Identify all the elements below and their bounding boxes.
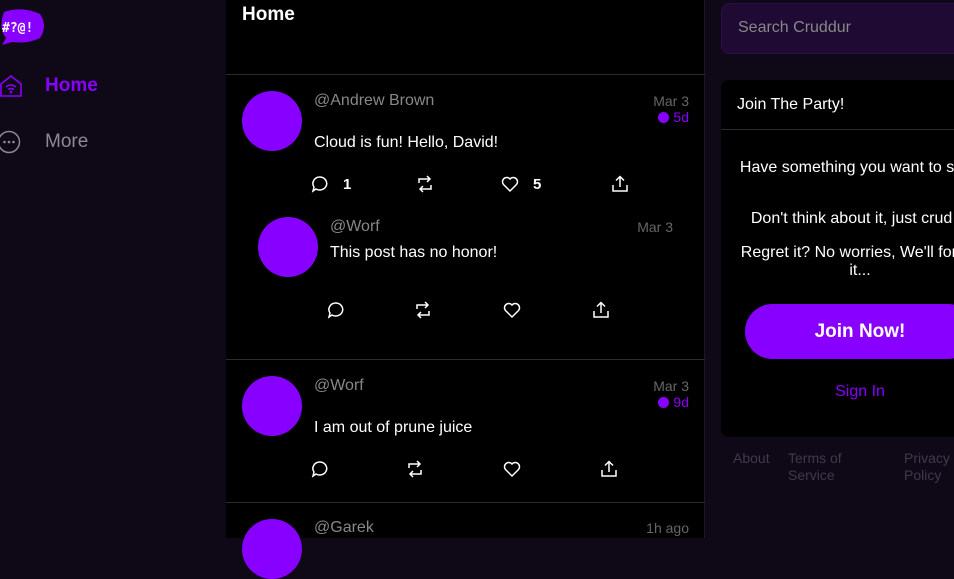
page-title: Home — [242, 4, 295, 25]
sign-in-link[interactable]: Sign In — [745, 383, 954, 401]
footer-privacy-link[interactable]: Privacy Policy — [904, 450, 954, 484]
post-message: Cloud is fun! Hello, David! — [314, 134, 499, 151]
feed: Home @Andrew Brown Mar 3 5d Cloud is fun… — [226, 0, 705, 579]
join-now-button[interactable]: Join Now! — [745, 304, 954, 359]
post-handle[interactable]: @Garek — [314, 519, 374, 537]
post-handle[interactable]: @Worf — [314, 377, 364, 395]
heart-icon — [503, 461, 521, 478]
post-handle[interactable]: @Worf — [330, 218, 380, 236]
repost-icon — [416, 301, 430, 319]
svg-text:#?@!: #?@! — [2, 21, 33, 36]
share-button[interactable] — [611, 175, 643, 193]
reply-icon — [311, 176, 328, 193]
reply-post[interactable]: @Worf Mar 3 This post has no honor! — [242, 205, 705, 325]
like-button[interactable] — [503, 460, 535, 478]
share-icon — [593, 301, 609, 318]
sidebar-item-label: More — [45, 131, 89, 152]
join-card: Join The Party! Have something you want … — [721, 80, 954, 437]
reply-icon — [327, 302, 344, 319]
sidebar-item-more[interactable]: More — [0, 130, 88, 154]
post[interactable]: @Andrew Brown Mar 3 5d Cloud is fun! Hel… — [226, 75, 705, 359]
heart-icon — [501, 176, 519, 193]
sidebar: #?@! Home More — [0, 0, 226, 538]
sidebar-item-home[interactable]: Home — [0, 74, 98, 98]
bomb-icon — [658, 111, 670, 123]
post-message: This post has no honor! — [330, 244, 498, 261]
join-card-text: Don't think about it, just crud it! — [750, 210, 954, 227]
like-button[interactable]: 5 — [501, 175, 541, 193]
post[interactable]: @Worf Mar 3 9d I am out of prune juice — [226, 360, 705, 502]
post-date: Mar 3 — [637, 219, 673, 235]
repost-icon — [418, 175, 432, 193]
heart-icon — [503, 302, 521, 319]
post-date: Mar 3 — [653, 378, 689, 394]
right-panel: Search Cruddur Join The Party! Have some… — [705, 0, 954, 538]
share-icon — [612, 175, 628, 192]
search-input[interactable]: Search Cruddur — [721, 3, 954, 54]
logo[interactable]: #?@! — [0, 8, 46, 46]
avatar[interactable] — [242, 519, 302, 579]
bomb-icon — [658, 396, 670, 408]
like-button[interactable] — [503, 301, 535, 319]
repost-button[interactable] — [406, 460, 438, 478]
reply-button[interactable]: 1 — [311, 175, 351, 193]
repost-button[interactable] — [414, 301, 446, 319]
share-icon — [601, 460, 617, 477]
avatar[interactable] — [258, 217, 318, 277]
avatar[interactable] — [242, 91, 302, 151]
post[interactable]: @Garek 1h ago — [226, 503, 705, 579]
repost-icon — [408, 460, 422, 478]
home-icon — [0, 74, 22, 97]
post-handle[interactable]: @Andrew Brown — [314, 92, 434, 110]
reply-icon — [311, 461, 328, 478]
share-button[interactable] — [592, 301, 624, 319]
avatar[interactable] — [242, 376, 302, 436]
reply-button[interactable] — [311, 460, 343, 478]
post-date: 1h ago — [646, 520, 689, 536]
repost-button[interactable] — [416, 175, 448, 193]
sidebar-item-label: Home — [45, 75, 98, 96]
footer-terms-link[interactable]: Terms of Service — [788, 450, 858, 484]
more-icon — [0, 130, 21, 154]
post-date: Mar 3 — [653, 93, 689, 109]
reply-button[interactable] — [327, 301, 359, 319]
join-card-text: Have something you want to say? — [739, 159, 954, 176]
expires-badge: 9d — [658, 394, 689, 410]
expires-badge: 5d — [658, 109, 689, 125]
post-message: I am out of prune juice — [314, 419, 473, 436]
share-button[interactable] — [600, 460, 632, 478]
footer-about-link[interactable]: About — [733, 450, 770, 467]
join-card-title: Join The Party! — [721, 80, 954, 130]
join-card-text: Regret it? No worries, We'll forget it..… — [740, 244, 954, 279]
